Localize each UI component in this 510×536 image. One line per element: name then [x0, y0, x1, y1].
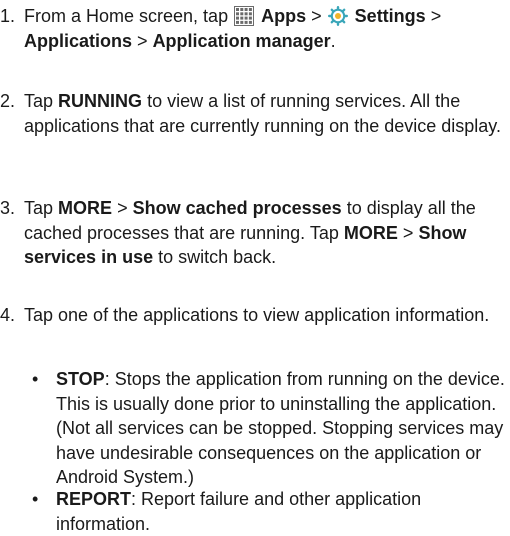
step-number: 1.: [0, 6, 16, 26]
step-text: Tap RUNNING to view a list of running se…: [24, 91, 501, 136]
report-label: REPORT: [56, 489, 132, 509]
stop-label: STOP: [56, 369, 105, 389]
bullet-text: REPORT: Report failure and other applica…: [56, 489, 422, 534]
settings-gear-icon: [327, 6, 348, 26]
show-cached-processes-label: Show cached processes: [132, 198, 342, 218]
step-number: 3.: [0, 198, 16, 218]
step-number: 2.: [0, 91, 16, 111]
step-number: 4.: [0, 305, 16, 325]
instructions-page: 1. From a Home screen, tap Apps > Settin…: [0, 0, 510, 534]
step-text: From a Home screen, tap Apps > Settings …: [24, 6, 442, 51]
step-4: 4. Tap one of the applications to view a…: [0, 303, 506, 328]
application-manager-label: Application manager: [152, 30, 331, 51]
apps-grid-icon: [234, 6, 255, 26]
apps-label: Apps: [261, 6, 307, 26]
applications-label: Applications: [24, 30, 133, 51]
step-2: 2. Tap RUNNING to view a list of running…: [0, 89, 506, 138]
bullet-stop: • STOP: Stops the application from runni…: [24, 367, 506, 490]
running-label: RUNNING: [58, 91, 143, 111]
bullet-dot: •: [32, 369, 39, 389]
step-3: 3. Tap MORE > Show cached processes to d…: [0, 196, 506, 270]
bullet-dot: •: [32, 489, 39, 509]
settings-label: Settings: [354, 6, 426, 26]
step-1: 1. From a Home screen, tap Apps > Settin…: [0, 4, 506, 53]
step-text: Tap one of the applications to view appl…: [24, 305, 490, 325]
bullet-text: STOP: Stops the application from running…: [56, 369, 505, 487]
more-label: MORE: [343, 222, 398, 243]
step-text: Tap MORE > Show cached processes to disp…: [24, 198, 476, 267]
more-label: MORE: [58, 198, 113, 218]
bullet-report: • REPORT: Report failure and other appli…: [24, 487, 506, 536]
